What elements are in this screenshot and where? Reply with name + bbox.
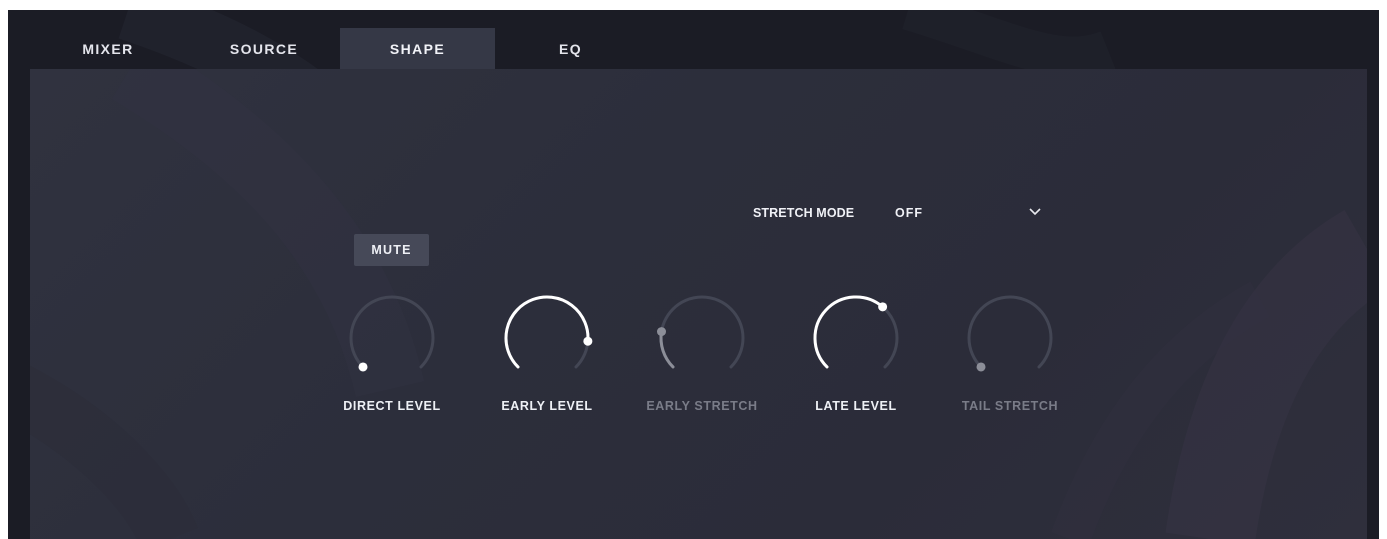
knob-early-stretch: EARLY STRETCH (637, 292, 767, 417)
knob-label: EARLY LEVEL (501, 399, 593, 413)
knob-indicator-dot (358, 362, 368, 372)
tab-bar: MIXER SOURCE SHAPE EQ (8, 28, 1379, 70)
knob-early-level: EARLY LEVEL (482, 292, 612, 417)
tab-mixer[interactable]: MIXER (48, 28, 168, 70)
knob-tail-stretch: TAIL STRETCH (945, 292, 1075, 417)
tail-stretch-knob[interactable] (964, 292, 1056, 384)
stretch-mode-value: OFF (895, 206, 923, 220)
knob-track (659, 295, 745, 369)
knob-indicator-dot (657, 327, 666, 337)
knob-value-arc (813, 295, 885, 369)
early-stretch-knob[interactable] (656, 292, 748, 384)
late-level-knob[interactable] (810, 292, 902, 384)
knob-track (349, 295, 435, 369)
knob-late-level: LATE LEVEL (791, 292, 921, 417)
knob-label: LATE LEVEL (815, 399, 897, 413)
direct-level-knob[interactable] (346, 292, 438, 384)
plugin-window: MIXER SOURCE SHAPE EQ STRETCH MODE OFF M… (8, 10, 1379, 539)
knob-label: DIRECT LEVEL (343, 399, 441, 413)
knob-indicator-dot (976, 362, 986, 372)
knob-label: TAIL STRETCH (961, 399, 1059, 413)
mute-button[interactable]: MUTE (354, 234, 429, 266)
tab-source[interactable]: SOURCE (193, 28, 335, 70)
tab-eq[interactable]: EQ (508, 28, 633, 70)
early-level-knob[interactable] (501, 292, 593, 384)
stretch-mode-label: STRETCH MODE (753, 206, 855, 220)
knob-value-arc (659, 330, 675, 369)
knob-indicator-dot (878, 302, 888, 312)
knob-value-arc (504, 295, 590, 369)
knob-label: EARLY STRETCH (646, 399, 758, 413)
tab-shape[interactable]: SHAPE (340, 28, 495, 70)
knob-direct-level: DIRECT LEVEL (327, 292, 457, 417)
knob-indicator-dot (583, 336, 593, 346)
chevron-down-icon (1029, 208, 1041, 216)
knob-track (967, 295, 1053, 369)
stretch-mode-dropdown[interactable]: OFF (880, 197, 1055, 229)
shape-panel: STRETCH MODE OFF MUTE DIRECT LEVEL EARLY… (30, 69, 1367, 539)
